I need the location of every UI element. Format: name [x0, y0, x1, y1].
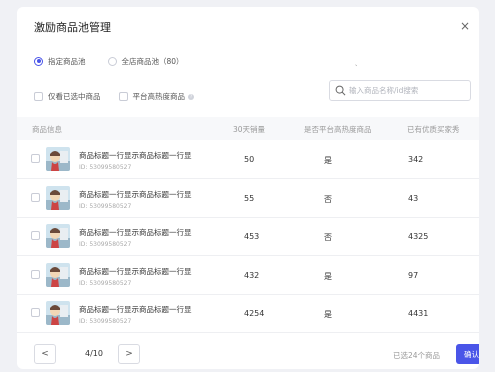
sales-cell: 453: [244, 232, 260, 242]
dialog-title: 激励商品池管理: [34, 21, 111, 34]
radio-dot: [107, 56, 117, 66]
search-input[interactable]: [349, 86, 464, 95]
row-checkbox[interactable]: [31, 231, 40, 241]
product-id: ID: 53099580527: [79, 241, 132, 249]
checkbox-box: [118, 92, 128, 101]
product-thumbnail: [46, 224, 70, 249]
product-name: 商品标题一行显示商品标题一行显: [79, 266, 192, 276]
hot-cell: 是: [324, 310, 332, 320]
scope-radio-group: 指定商品池 全店商品池（80）: [34, 54, 206, 68]
sales-cell: 50: [244, 155, 255, 164]
product-name: 商品标题一行显示商品标题一行显: [79, 189, 192, 199]
page-indicator: 4/10: [85, 349, 103, 358]
table-row: 商品标题一行显示商品标题一行显 ID: 53099580527 453 否 43…: [17, 217, 479, 257]
table-row: 商品标题一行显示商品标题一行显 ID: 53099580527 432 是 97: [17, 256, 479, 295]
radio-label: 全店商品池（80）: [121, 56, 184, 66]
search-box[interactable]: [329, 80, 471, 101]
row-checkbox[interactable]: [31, 308, 40, 318]
table-row: 商品标题一行显示商品标题一行显 ID: 53099580527 55 否 43: [17, 179, 479, 218]
product-name: 商品标题一行显示商品标题一行显: [79, 151, 192, 160]
pagination: < 4/10 > 已选24个商品 确认: [34, 344, 479, 366]
product-thumbnail: [46, 301, 70, 326]
sales-cell: 55: [244, 193, 255, 203]
prev-page-button[interactable]: <: [34, 344, 56, 364]
filter-row: 仅看已选中商品 平台高热度商品 ?: [34, 91, 212, 102]
row-checkbox[interactable]: [31, 269, 40, 279]
close-icon[interactable]: ×: [460, 19, 470, 33]
stray-mark: 、: [355, 61, 362, 68]
radio-label: 指定商品池: [48, 56, 86, 66]
table-header: 商品信息 30天销量 是否平台高热度商品 已有优质买家秀: [17, 117, 479, 140]
sales-cell: 4254: [244, 309, 265, 319]
product-id: ID: 53099580527: [79, 279, 132, 287]
row-checkbox[interactable]: [31, 154, 40, 163]
product-thumbnail: [46, 262, 70, 287]
confirm-button[interactable]: 确认: [456, 344, 479, 364]
table-row: 商品标题一行显示商品标题一行显 ID: 53099580527 50 是 342: [17, 140, 479, 179]
radio-specified-pool[interactable]: 指定商品池: [34, 56, 86, 67]
header-sales: 30天销量: [233, 125, 266, 134]
next-page-button[interactable]: >: [118, 344, 140, 364]
product-thumbnail: [46, 147, 70, 171]
reviews-cell: 4431: [408, 309, 429, 319]
sales-cell: 432: [244, 270, 260, 280]
selected-count: 已选24个商品: [393, 351, 441, 360]
reviews-cell: 4325: [408, 232, 429, 242]
table-row: 商品标题一行显示商品标题一行显 ID: 53099580527 4254 是 4…: [17, 294, 479, 334]
product-id: ID: 53099580527: [79, 164, 132, 171]
hot-cell: 是: [324, 156, 332, 165]
product-id: ID: 53099580527: [79, 202, 132, 210]
hot-cell: 否: [324, 194, 332, 204]
radio-all-store-pool[interactable]: 全店商品池（80）: [107, 56, 184, 67]
product-name: 商品标题一行显示商品标题一行显: [79, 305, 192, 315]
hot-cell: 否: [324, 233, 332, 243]
header-product-info: 商品信息: [32, 125, 62, 134]
header-hot: 是否平台高热度商品: [304, 125, 372, 134]
hot-products-checkbox[interactable]: 平台高热度商品 ?: [118, 91, 194, 102]
row-checkbox[interactable]: [31, 192, 40, 202]
reviews-cell: 342: [408, 155, 424, 164]
checkbox-label: 平台高热度商品: [132, 92, 186, 101]
checkbox-label: 仅看已选中商品: [48, 92, 101, 101]
only-selected-checkbox[interactable]: 仅看已选中商品: [34, 91, 101, 102]
product-thumbnail: [46, 185, 70, 210]
reviews-cell: 97: [408, 270, 419, 280]
product-name: 商品标题一行显示商品标题一行显: [79, 228, 192, 238]
radio-dot: [34, 56, 43, 66]
hot-cell: 是: [324, 271, 332, 281]
help-icon[interactable]: ?: [188, 93, 194, 100]
reviews-cell: 43: [408, 193, 419, 203]
product-pool-dialog: 激励商品池管理 × 指定商品池 全店商品池（80） 、 仅看已选中商品 平台高热…: [17, 7, 479, 369]
header-reviews: 已有优质买家秀: [407, 125, 460, 134]
product-id: ID: 53099580527: [79, 318, 132, 326]
checkbox-box: [34, 92, 43, 101]
search-icon: [335, 85, 346, 96]
